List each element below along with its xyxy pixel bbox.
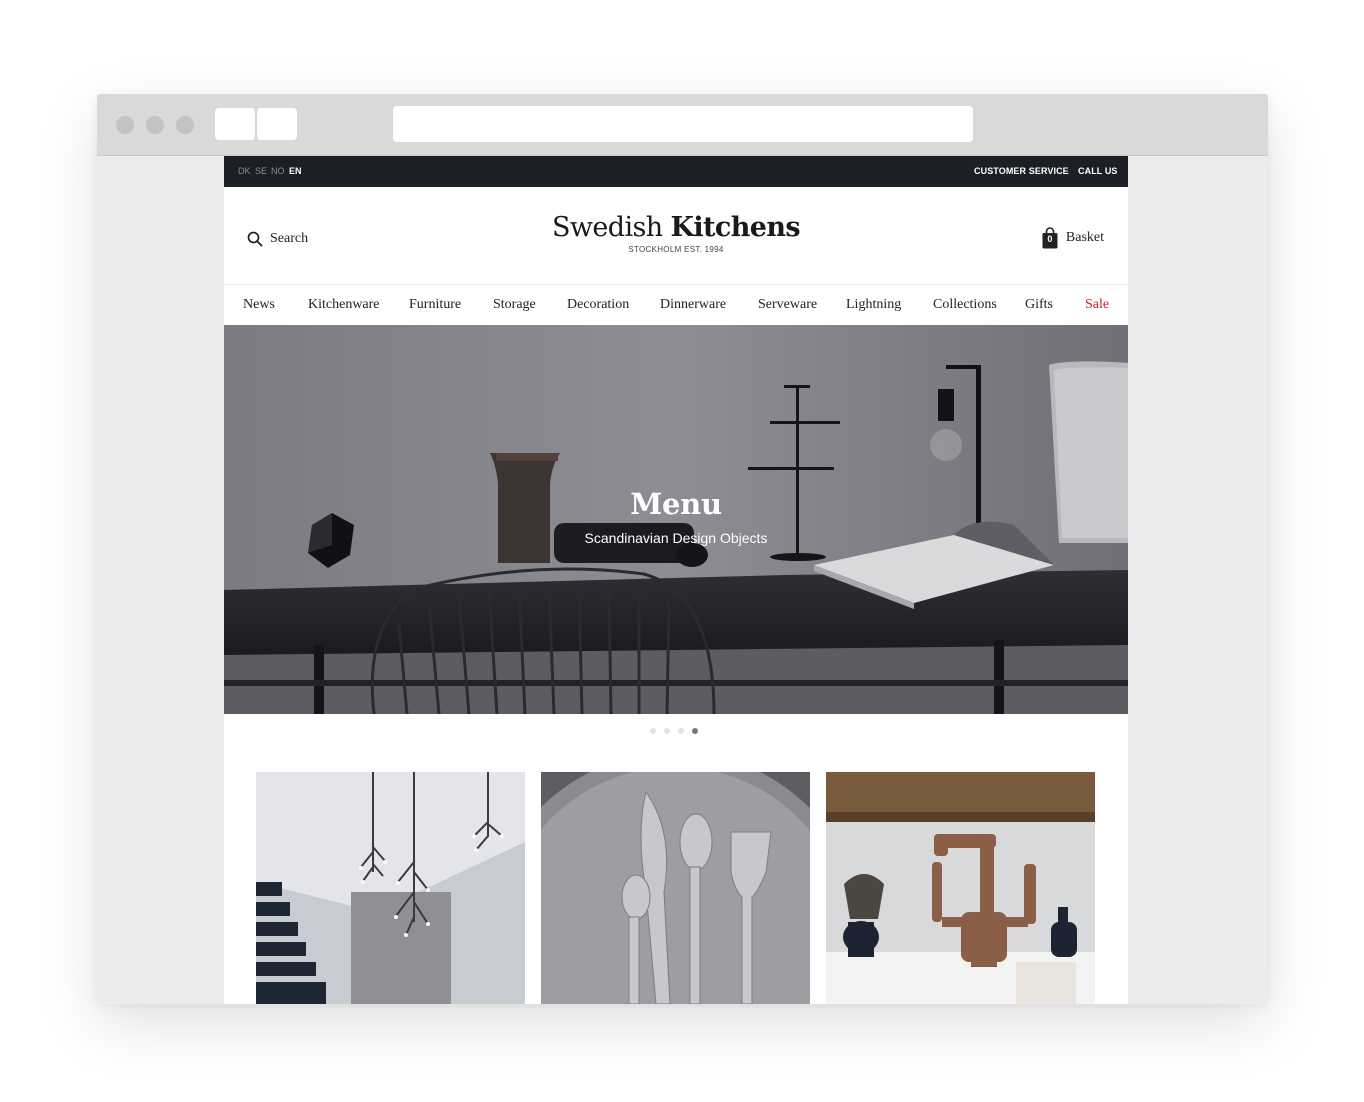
carousel-dot-4[interactable] [692, 728, 698, 734]
browser-window: DK SE NO EN CUSTOMER SERVICE CALL US Sea… [97, 94, 1268, 1004]
site-header: Search Swedish Kitchens STOCKHOLM EST. 1… [224, 187, 1128, 285]
basket-count: 0 [1047, 234, 1053, 244]
nav-item-furniture[interactable]: Furniture [409, 284, 461, 325]
browser-toolbar [97, 94, 1268, 156]
browser-back-button[interactable] [215, 108, 255, 140]
site-logo[interactable]: Swedish Kitchens STOCKHOLM EST. 1994 [224, 211, 1128, 254]
nav-item-lightning[interactable]: Lightning [846, 284, 901, 325]
lang-en[interactable]: EN [289, 156, 302, 187]
category-tile-lighting[interactable] [256, 772, 525, 1004]
nav-item-serveware[interactable]: Serveware [758, 284, 817, 325]
window-zoom-button[interactable] [176, 116, 194, 134]
lang-no[interactable]: NO [271, 156, 285, 187]
utility-bar: DK SE NO EN CUSTOMER SERVICE CALL US [224, 156, 1128, 187]
call-us-link[interactable]: CALL US [1078, 156, 1118, 187]
pendant-lamps-image [256, 772, 525, 1004]
window-minimize-button[interactable] [146, 116, 164, 134]
carousel-dot-3[interactable] [678, 728, 684, 734]
hero-subtitle: Scandinavian Design Objects [584, 530, 768, 546]
lang-se[interactable]: SE [255, 156, 267, 187]
address-bar[interactable] [393, 106, 973, 142]
nav-item-decoration[interactable]: Decoration [567, 284, 629, 325]
logo-text-bold: Kitchens [670, 212, 801, 243]
basket-label: Basket [1065, 230, 1104, 245]
browser-forward-button[interactable] [257, 108, 297, 140]
hero-banner[interactable]: Menu Scandinavian Design Objects [224, 325, 1128, 714]
nav-item-collections[interactable]: Collections [933, 284, 997, 325]
carousel-dot-1[interactable] [650, 728, 656, 734]
main-navigation: News Kitchenware Furniture Storage Decor… [224, 284, 1128, 326]
nav-item-kitchenware[interactable]: Kitchenware [308, 284, 380, 325]
customer-service-link[interactable]: CUSTOMER SERVICE [974, 156, 1069, 187]
cutlery-image [541, 772, 810, 1004]
nav-item-sale[interactable]: Sale [1085, 284, 1109, 325]
logo-tagline: STOCKHOLM EST. 1994 [628, 245, 724, 254]
carousel-dot-2[interactable] [664, 728, 670, 734]
nav-item-storage[interactable]: Storage [493, 284, 536, 325]
hero-title: Menu [630, 487, 722, 521]
faucet-image [826, 772, 1095, 1004]
category-tile-faucets[interactable] [826, 772, 1095, 1004]
lang-dk[interactable]: DK [238, 156, 251, 187]
window-close-button[interactable] [116, 116, 134, 134]
category-tile-cutlery[interactable] [541, 772, 810, 1004]
basket-icon: 0 [1042, 227, 1058, 249]
website: DK SE NO EN CUSTOMER SERVICE CALL US Sea… [224, 156, 1128, 1004]
carousel-pagination [650, 728, 706, 736]
nav-item-news[interactable]: News [243, 284, 275, 325]
nav-item-gifts[interactable]: Gifts [1025, 284, 1053, 325]
nav-item-dinnerware[interactable]: Dinnerware [660, 284, 726, 325]
basket-button[interactable]: 0 Basket [1042, 227, 1104, 249]
logo-text-regular: Swedish [551, 212, 663, 243]
